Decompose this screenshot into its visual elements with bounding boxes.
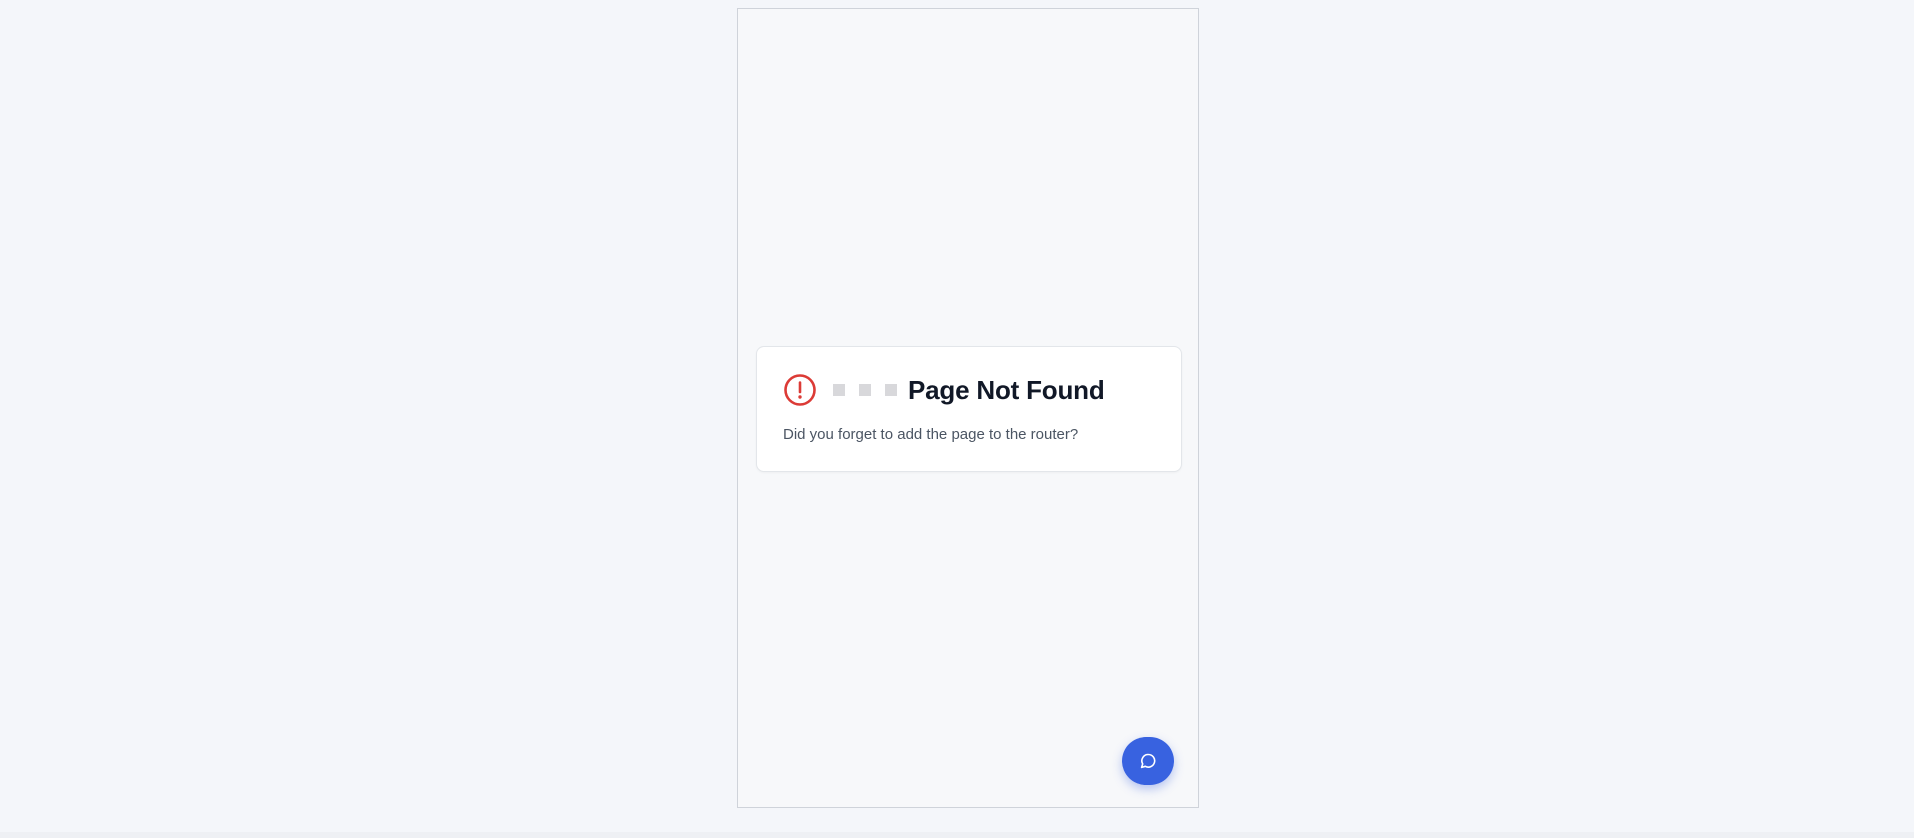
missing-glyph-placeholders <box>833 384 897 396</box>
missing-glyph-icon <box>833 384 845 396</box>
error-card: Page Not Found Did you forget to add the… <box>756 346 1182 472</box>
error-message: Did you forget to add the page to the ro… <box>783 426 1079 443</box>
missing-glyph-icon <box>859 384 871 396</box>
alert-circle-icon <box>783 373 817 407</box>
error-title: Page Not Found <box>908 374 1105 405</box>
chat-bubble-icon <box>1139 752 1157 770</box>
page-bottom-edge <box>0 832 1914 838</box>
chat-button[interactable] <box>1122 737 1174 785</box>
app-viewport: Page Not Found Did you forget to add the… <box>737 8 1199 808</box>
error-card-header: Page Not Found <box>783 373 1105 407</box>
missing-glyph-icon <box>885 384 897 396</box>
